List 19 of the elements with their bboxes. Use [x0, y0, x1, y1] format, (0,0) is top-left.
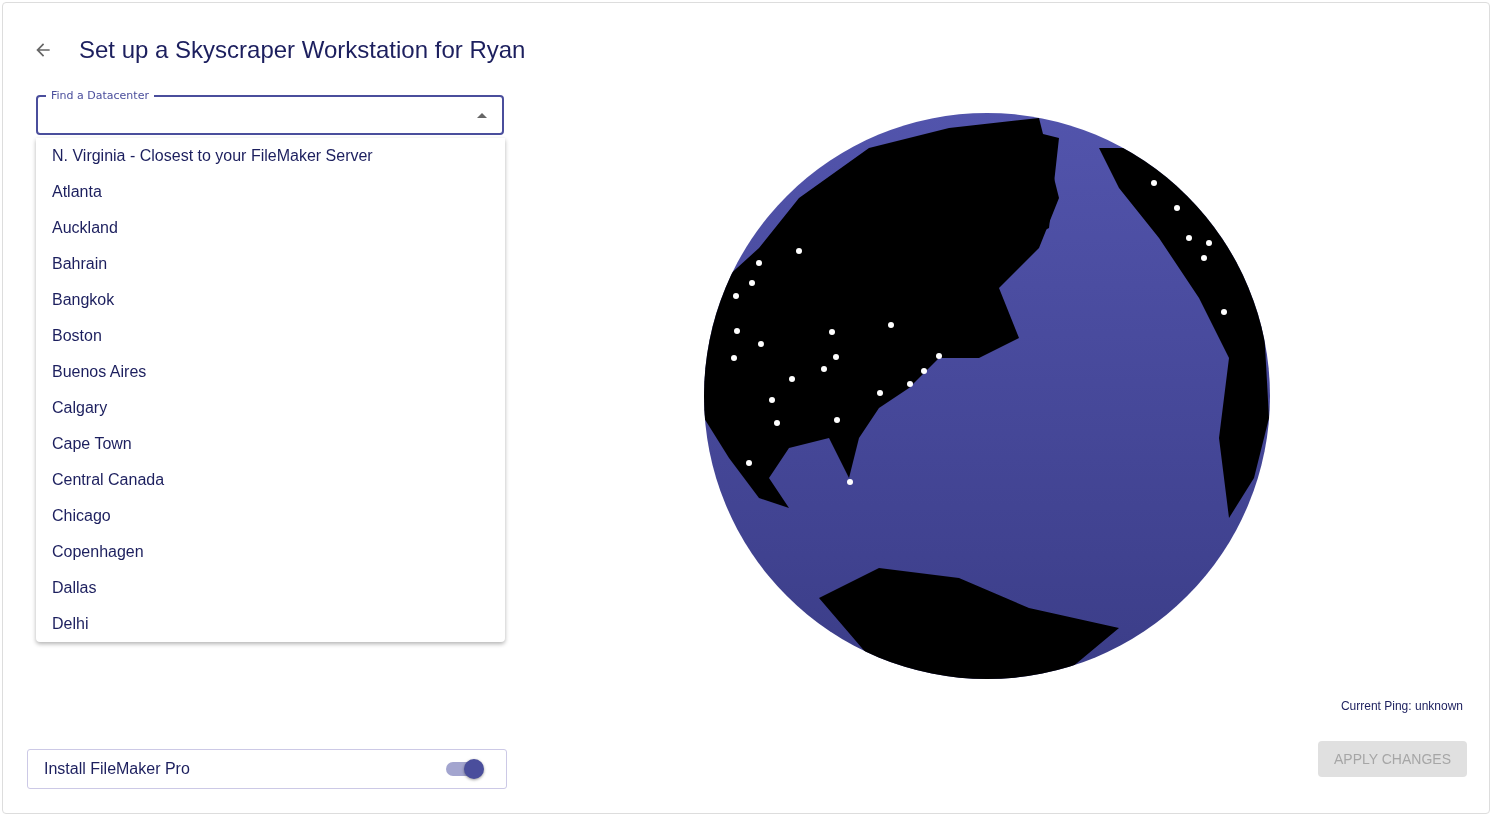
- datacenter-option[interactable]: Chicago: [36, 498, 505, 534]
- datacenter-option[interactable]: Calgary: [36, 390, 505, 426]
- toggle-switch[interactable]: [446, 762, 482, 776]
- install-option-label: Install FileMaker Pro: [44, 760, 190, 778]
- datacenter-option[interactable]: Bahrain: [36, 246, 505, 282]
- page-title: Set up a Skyscraper Workstation for Ryan: [79, 36, 526, 64]
- datacenter-option[interactable]: Buenos Aires: [36, 354, 505, 390]
- datacenter-option[interactable]: Delhi: [36, 606, 505, 642]
- datacenter-option[interactable]: Atlanta: [36, 174, 505, 210]
- datacenter-option[interactable]: Boston: [36, 318, 505, 354]
- datacenter-option[interactable]: Cape Town: [36, 426, 505, 462]
- ping-status: Current Ping: unknown: [1339, 699, 1464, 713]
- datacenter-option[interactable]: Copenhagen: [36, 534, 505, 570]
- datacenter-option[interactable]: N. Virginia - Closest to your FileMaker Server: [36, 138, 505, 174]
- caret-icon: [477, 113, 487, 118]
- datacenter-option[interactable]: Auckland: [36, 210, 505, 246]
- datacenter-option[interactable]: Bangkok: [36, 282, 505, 318]
- datacenter-option[interactable]: Dallas: [36, 570, 505, 606]
- datacenter-option[interactable]: Central Canada: [36, 462, 505, 498]
